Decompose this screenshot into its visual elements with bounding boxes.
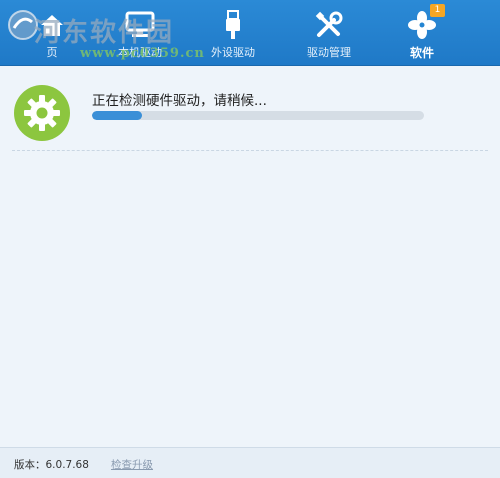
progress-fill	[92, 111, 142, 120]
detection-status-text: 正在检测硬件驱动，请稍候...	[92, 93, 267, 109]
nav-driver-management[interactable]: 驱动管理	[296, 0, 362, 66]
tools-icon	[314, 10, 344, 40]
gear-icon	[14, 85, 70, 141]
watermark-title: 河东软件园	[34, 18, 175, 48]
nav-peripheral-driver-label: 外设驱动	[211, 46, 255, 59]
divider	[12, 150, 488, 151]
watermark-url: www.pc0359.cn	[80, 46, 205, 61]
main-content: 正在检测硬件驱动，请稍候...	[0, 67, 500, 447]
nav-driver-management-label: 驱动管理	[307, 46, 351, 59]
notification-badge: 1	[430, 4, 445, 17]
detection-progress-bar	[92, 111, 424, 120]
footer-bar: 版本：6.0.7.68 检查升级	[0, 447, 500, 478]
nav-peripheral-driver[interactable]: 外设驱动	[198, 0, 268, 66]
check-upgrade-link[interactable]: 检查升级	[111, 457, 153, 472]
usb-icon	[225, 10, 241, 40]
version-label: 版本：6.0.7.68	[14, 459, 89, 471]
nav-software[interactable]: 1 软件	[392, 0, 452, 66]
top-nav-bar: 页 本机驱动 外设驱动 驱动管理 1 软件 河东软件园 www.pc0359.c…	[0, 0, 500, 66]
nav-software-label: 软件	[409, 46, 434, 60]
